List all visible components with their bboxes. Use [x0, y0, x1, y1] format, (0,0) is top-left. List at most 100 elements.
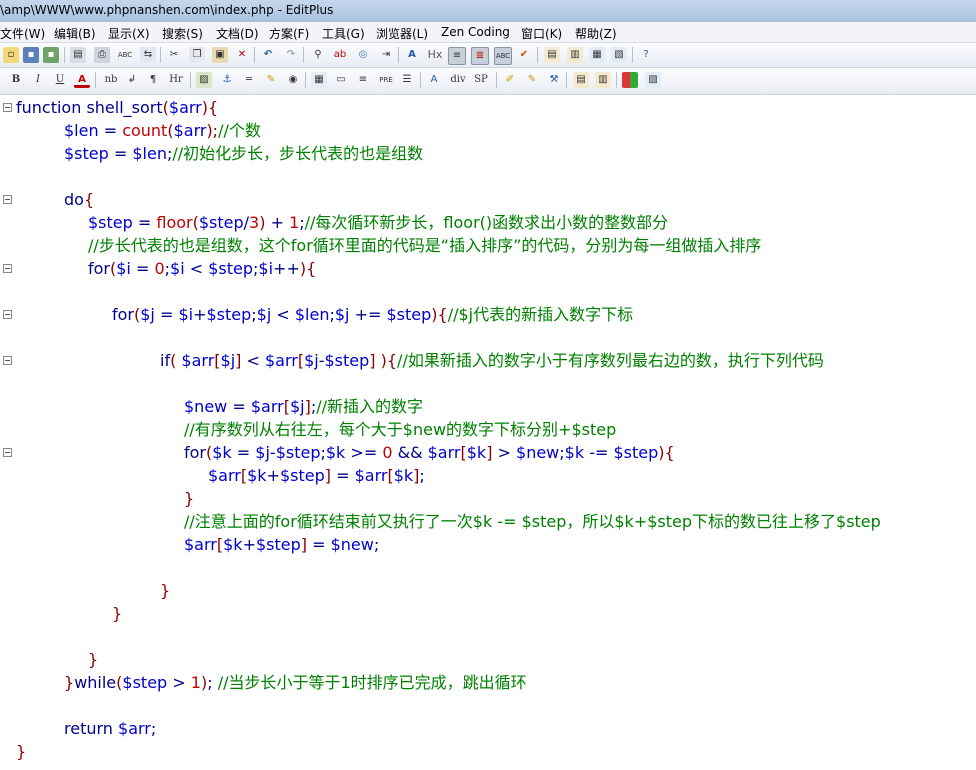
- fold-marker[interactable]: [3, 356, 12, 365]
- menu-file[interactable]: 文件(W): [0, 25, 45, 42]
- code-line[interactable]: }: [16, 742, 26, 762]
- undo-icon[interactable]: ↶: [260, 47, 276, 63]
- fold-marker[interactable]: [3, 195, 12, 204]
- image-icon[interactable]: ▨: [196, 72, 212, 88]
- align-center-icon[interactable]: ≡: [355, 72, 371, 88]
- code-line[interactable]: }: [184, 489, 194, 509]
- underline-button[interactable]: U: [52, 72, 68, 88]
- pencil-icon[interactable]: ✎: [524, 72, 540, 88]
- code-line[interactable]: for($i = 0;$i < $step;$i++){: [88, 259, 316, 279]
- copy-icon[interactable]: ❐: [189, 47, 205, 63]
- code-editor[interactable]: function shell_sort($arr){ $len = count($…: [0, 95, 976, 770]
- code-line[interactable]: }: [88, 650, 98, 670]
- code-line[interactable]: //步长代表的也是组数，这个for循环里面的代码是“插入排序”的代码，分别为每一…: [88, 236, 761, 256]
- comment-icon[interactable]: ◉: [285, 72, 301, 88]
- highlight-icon[interactable]: ✎: [263, 72, 279, 88]
- br-button[interactable]: ↲: [124, 72, 140, 88]
- replace-icon[interactable]: ab: [332, 47, 348, 63]
- code-line[interactable]: $new = $arr[$j];//新插入的数字: [184, 397, 423, 417]
- fold-marker[interactable]: [3, 264, 12, 273]
- nbsp-button[interactable]: nb: [101, 72, 121, 88]
- code-line[interactable]: if( $arr[$j] < $arr[$j-$step] ){//如果新插入的…: [160, 351, 824, 371]
- output-window-icon[interactable]: ▧: [611, 47, 627, 63]
- indent-icon[interactable]: ⇥: [378, 47, 394, 63]
- code-line[interactable]: $arr[$k+$step] = $new;: [184, 535, 379, 555]
- code-line[interactable]: //有序数列从右往左，每个大于$new的数字下标分别+$step: [184, 420, 616, 440]
- list-panel-icon[interactable]: ▥: [595, 72, 611, 88]
- check-icon[interactable]: ✔: [516, 47, 532, 63]
- print-preview-icon[interactable]: ▤: [70, 47, 86, 63]
- form-icon[interactable]: ▭: [333, 72, 349, 88]
- print-icon[interactable]: ⎙: [94, 47, 110, 63]
- code-line[interactable]: return $arr;: [64, 719, 156, 739]
- horizontal-line-icon[interactable]: ═: [241, 72, 257, 88]
- code-line[interactable]: $arr[$k+$step] = $arr[$k];: [208, 466, 425, 486]
- code-line[interactable]: }while($step > 1); //当步长小于等于1时排序已完成，跳出循环: [64, 673, 527, 693]
- code-token: //新插入的数字: [316, 397, 423, 416]
- menu-document[interactable]: 文档(D): [216, 25, 259, 42]
- bold-button[interactable]: B: [8, 72, 24, 88]
- menu-zen-coding[interactable]: Zen Coding: [441, 25, 510, 39]
- save-icon[interactable]: ▪: [23, 47, 39, 63]
- anchor-icon[interactable]: ⚓: [219, 72, 235, 88]
- paste-icon[interactable]: ▣: [212, 47, 228, 63]
- line-number-icon[interactable]: ≣: [471, 47, 489, 65]
- menu-browser[interactable]: 浏览器(L): [376, 25, 428, 42]
- heading-icon[interactable]: Hx: [427, 47, 443, 63]
- word-wrap-icon[interactable]: ≡: [448, 47, 466, 65]
- list-icon[interactable]: ☰: [399, 72, 415, 88]
- file-browser-icon[interactable]: ▦: [589, 47, 605, 63]
- code-line[interactable]: for($j = $i+$step;$j < $len;$j += $step)…: [112, 305, 633, 325]
- spell-check-icon[interactable]: ABC: [117, 47, 133, 63]
- paragraph-button[interactable]: ¶: [145, 72, 161, 88]
- code-line[interactable]: $step = $len;//初始化步长，步长代表的也是组数: [64, 144, 423, 164]
- menu-view[interactable]: 显示(X): [108, 25, 150, 42]
- code-line[interactable]: }: [112, 604, 122, 624]
- code-token: }: [16, 742, 27, 761]
- find-icon[interactable]: ⚲: [310, 47, 326, 63]
- menu-edit[interactable]: 编辑(B): [54, 25, 96, 42]
- fold-marker[interactable]: [3, 310, 12, 319]
- menu-project[interactable]: 方案(F): [269, 25, 309, 42]
- font-size-icon[interactable]: A: [404, 47, 420, 63]
- code-line[interactable]: do{: [64, 190, 94, 210]
- span-button[interactable]: SP: [471, 72, 491, 88]
- fold-marker[interactable]: [3, 103, 12, 112]
- hr-button[interactable]: Hr: [166, 72, 186, 88]
- code-token: $i: [116, 259, 131, 278]
- fold-marker[interactable]: [3, 448, 12, 457]
- font-tag-icon[interactable]: A: [426, 72, 442, 88]
- browser-icon[interactable]: ◎: [355, 47, 371, 63]
- cliptext-icon[interactable]: ▥: [567, 47, 583, 63]
- doc-window-icon[interactable]: ▤: [544, 47, 560, 63]
- panel-icon[interactable]: ▤: [573, 72, 589, 88]
- cut-icon[interactable]: ✂: [166, 47, 182, 63]
- preview-icon[interactable]: ▧: [645, 72, 661, 88]
- pre-button[interactable]: PRE: [376, 72, 396, 88]
- code-line[interactable]: //注意上面的for循环结束前又执行了一次$k -= $step，所以$k+$s…: [184, 512, 881, 532]
- new-file-icon[interactable]: ▫: [3, 47, 19, 63]
- code-line[interactable]: $len = count($arr);//个数: [64, 121, 261, 141]
- redo-icon[interactable]: ↷: [283, 47, 299, 63]
- code-line[interactable]: for($k = $j-$step;$k >= 0 && $arr[$k] > …: [184, 443, 675, 463]
- save-all-icon[interactable]: ▪: [43, 47, 59, 63]
- edit-icon[interactable]: ✐: [502, 72, 518, 88]
- help-icon[interactable]: ?: [638, 47, 654, 63]
- font-color-button[interactable]: A: [74, 72, 90, 88]
- color-picker-icon[interactable]: [622, 72, 638, 88]
- code-line[interactable]: }: [160, 581, 170, 601]
- table-icon[interactable]: ▦: [311, 72, 327, 88]
- code-line[interactable]: function shell_sort($arr){: [16, 98, 218, 118]
- menu-tools[interactable]: 工具(G): [322, 25, 365, 42]
- code-token: (: [170, 351, 182, 370]
- tools-icon[interactable]: ⚒: [546, 72, 562, 88]
- italic-button[interactable]: I: [30, 72, 46, 88]
- convert-icon[interactable]: ⇆: [140, 47, 156, 63]
- delete-icon[interactable]: ✕: [234, 47, 250, 63]
- menu-search[interactable]: 搜索(S): [162, 25, 203, 42]
- div-button[interactable]: div: [447, 72, 469, 88]
- menu-window[interactable]: 窗口(K): [521, 25, 562, 42]
- menu-help[interactable]: 帮助(Z): [575, 25, 617, 42]
- column-select-icon[interactable]: ABC: [494, 47, 512, 65]
- code-line[interactable]: $step = floor($step/3) + 1;//每次循环新步长，flo…: [88, 213, 668, 233]
